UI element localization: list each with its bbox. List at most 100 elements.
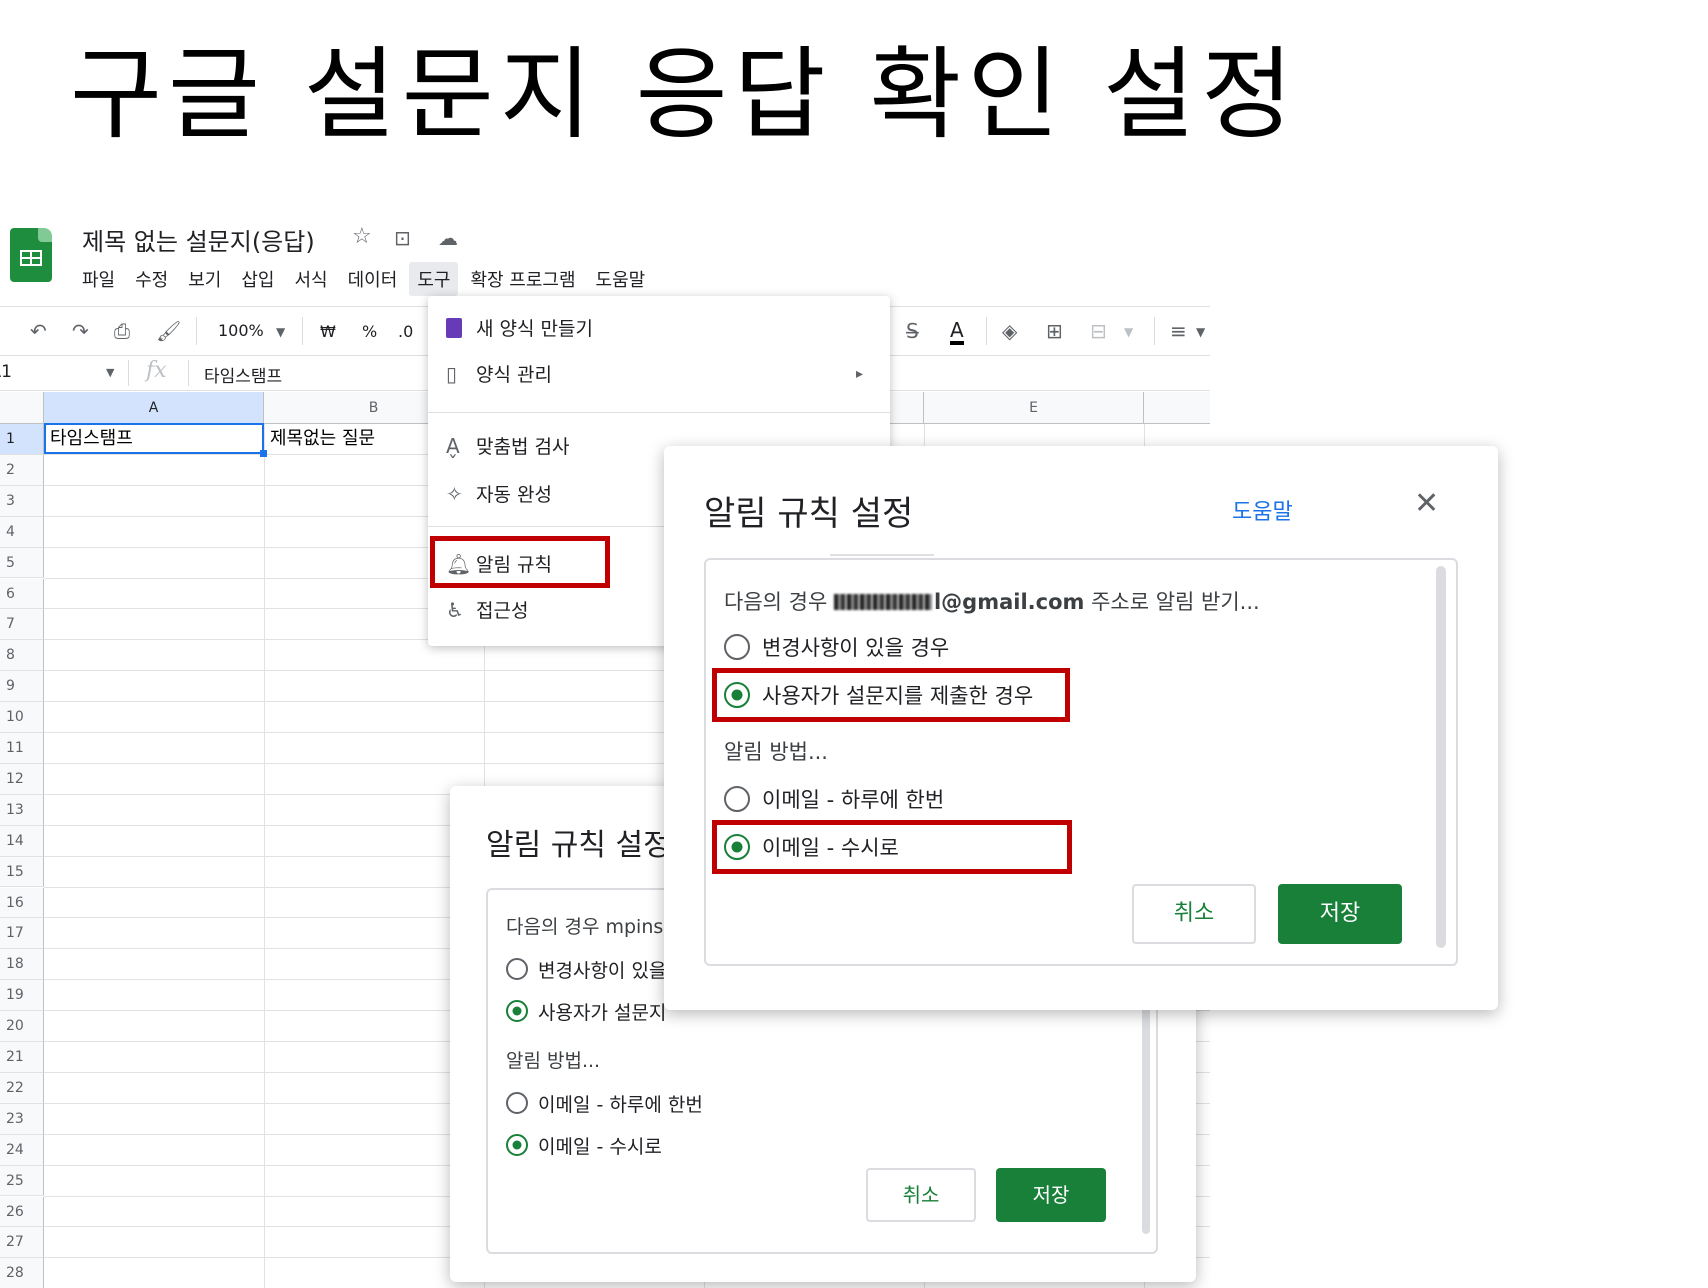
- column-header-e[interactable]: E: [924, 392, 1144, 424]
- print-icon[interactable]: ⎙: [114, 319, 130, 343]
- row-header[interactable]: 13: [0, 794, 44, 826]
- cloud-saved-icon[interactable]: ☁: [438, 226, 458, 250]
- row-header[interactable]: 4: [0, 516, 44, 548]
- paint-format-icon[interactable]: 🖌: [156, 319, 181, 343]
- dialog-back-save-button[interactable]: 저장: [996, 1168, 1106, 1222]
- cancel-button[interactable]: 취소: [1132, 884, 1256, 944]
- column-header-a[interactable]: A: [44, 392, 264, 424]
- row-header[interactable]: 10: [0, 702, 44, 733]
- zoom-dropdown-icon[interactable]: ▼: [276, 325, 285, 339]
- row-header[interactable]: 7: [0, 609, 44, 641]
- notify-condition-text: 다음의 경우 l@gmail.com 주소로 알림 받기...: [724, 590, 1260, 614]
- menu-tools[interactable]: 도구: [409, 262, 459, 296]
- row-header[interactable]: 25: [0, 1165, 44, 1197]
- help-link[interactable]: 도움말: [1232, 494, 1293, 526]
- formula-input[interactable]: 타임스탬프: [204, 362, 282, 387]
- row-header[interactable]: 3: [0, 485, 44, 517]
- row-header[interactable]: 23: [0, 1103, 44, 1135]
- row-header[interactable]: 1: [0, 424, 44, 455]
- row-header[interactable]: 14: [0, 825, 44, 857]
- row-header[interactable]: 9: [0, 671, 44, 703]
- menu-file[interactable]: 파일: [82, 266, 115, 292]
- menu-item-manage-form[interactable]: ▯ 양식 관리: [446, 360, 552, 387]
- row-header[interactable]: 21: [0, 1042, 44, 1073]
- row-header[interactable]: 8: [0, 640, 44, 672]
- menu-view[interactable]: 보기: [188, 266, 221, 292]
- accessibility-icon: ♿︎: [446, 598, 464, 622]
- borders-icon[interactable]: ⊞: [1046, 319, 1063, 343]
- menu-item-spellcheck[interactable]: A̬ 맞춤법 검사: [446, 432, 569, 459]
- row-header[interactable]: 11: [0, 733, 44, 764]
- menu-data[interactable]: 데이터: [348, 266, 398, 292]
- row-header[interactable]: 27: [0, 1227, 44, 1259]
- merge-cells-icon[interactable]: ⊟: [1090, 319, 1107, 343]
- name-box-dropdown-icon[interactable]: ▼: [106, 366, 114, 379]
- row-header[interactable]: 5: [0, 547, 44, 579]
- column-header-f[interactable]: [1144, 392, 1210, 424]
- toolbar-divider: [196, 317, 197, 345]
- row-header[interactable]: 19: [0, 980, 44, 1012]
- menu-insert[interactable]: 삽입: [241, 266, 274, 292]
- menu-item-new-form[interactable]: 새 양식 만들기: [446, 314, 593, 341]
- dialog-back-radio-changes[interactable]: [506, 958, 528, 980]
- decrease-decimal-button[interactable]: .0: [398, 322, 413, 341]
- align-dropdown-icon[interactable]: ▼: [1196, 325, 1205, 339]
- row-header[interactable]: 22: [0, 1072, 44, 1104]
- dialog-back-radio-daily[interactable]: [506, 1092, 528, 1114]
- align-icon[interactable]: ≡: [1170, 319, 1187, 343]
- dialog-back-label-instant: 이메일 - 수시로: [538, 1136, 662, 1158]
- save-button[interactable]: 저장: [1278, 884, 1402, 944]
- dialog-back-radio-instant[interactable]: [506, 1134, 528, 1156]
- toolbar-divider: [1154, 317, 1155, 345]
- undo-icon[interactable]: ↶: [30, 319, 47, 343]
- radio-email-daily[interactable]: [724, 786, 750, 812]
- menu-format[interactable]: 서식: [295, 266, 328, 292]
- percent-format-button[interactable]: %: [362, 322, 377, 341]
- dialog-scrollbar[interactable]: [1436, 566, 1446, 948]
- text-color-icon[interactable]: A: [950, 319, 964, 345]
- row-header[interactable]: 26: [0, 1196, 44, 1228]
- dialog-back-cancel-button[interactable]: 취소: [866, 1168, 976, 1222]
- fill-handle[interactable]: [260, 450, 267, 457]
- zoom-select[interactable]: 100%: [218, 321, 264, 340]
- dialog-back-radio-submit[interactable]: [506, 1000, 528, 1022]
- close-icon[interactable]: ✕: [1414, 486, 1439, 521]
- row-header[interactable]: 28: [0, 1258, 44, 1288]
- radio-any-changes[interactable]: [724, 634, 750, 660]
- row-header[interactable]: 16: [0, 887, 44, 919]
- move-to-folder-icon[interactable]: ⊡: [394, 226, 411, 250]
- title-underline: [830, 554, 934, 556]
- form-manage-icon: ▯: [446, 362, 458, 386]
- row-header[interactable]: 17: [0, 918, 44, 950]
- dialog-back-label-changes: 변경사항이 있을: [538, 960, 667, 982]
- highlight-box-email-instant: [712, 820, 1072, 874]
- fill-color-icon[interactable]: ◈: [1002, 319, 1017, 343]
- notification-dialog-front: 알림 규칙 설정 도움말 ✕ 다음의 경우 l@gmail.com 주소로 알림…: [664, 446, 1498, 1010]
- cell-b1[interactable]: 제목없는 질문: [270, 424, 375, 454]
- menu-edit[interactable]: 수정: [135, 266, 168, 292]
- menu-item-autocomplete[interactable]: ✧ 자동 완성: [446, 480, 552, 507]
- row-header[interactable]: 24: [0, 1134, 44, 1166]
- google-sheets-logo-icon[interactable]: [10, 228, 52, 282]
- row-header[interactable]: 15: [0, 856, 44, 888]
- row-header[interactable]: 6: [0, 578, 44, 610]
- strikethrough-icon[interactable]: S̶: [906, 319, 919, 343]
- row-header[interactable]: 20: [0, 1011, 44, 1042]
- dialog-back-method-heading: 알림 방법...: [506, 1050, 601, 1072]
- menu-extensions[interactable]: 확장 프로그램: [470, 266, 575, 292]
- currency-format-button[interactable]: ₩: [320, 322, 336, 341]
- notify-method-heading: 알림 방법...: [724, 740, 828, 764]
- name-box[interactable]: A1: [0, 362, 12, 382]
- row-header[interactable]: 18: [0, 949, 44, 981]
- star-icon[interactable]: ☆: [352, 224, 372, 249]
- select-all-corner[interactable]: [0, 392, 44, 424]
- document-title[interactable]: 제목 없는 설문지(응답): [82, 222, 315, 257]
- google-forms-icon: [446, 318, 462, 338]
- row-header[interactable]: 2: [0, 454, 44, 486]
- redo-icon[interactable]: ↷: [72, 319, 89, 343]
- menu-help[interactable]: 도움말: [596, 266, 646, 292]
- menu-item-accessibility[interactable]: ♿︎ 접근성: [446, 596, 528, 623]
- formula-divider: [128, 360, 129, 386]
- row-header[interactable]: 12: [0, 763, 44, 795]
- merge-dropdown-icon[interactable]: ▼: [1124, 325, 1133, 339]
